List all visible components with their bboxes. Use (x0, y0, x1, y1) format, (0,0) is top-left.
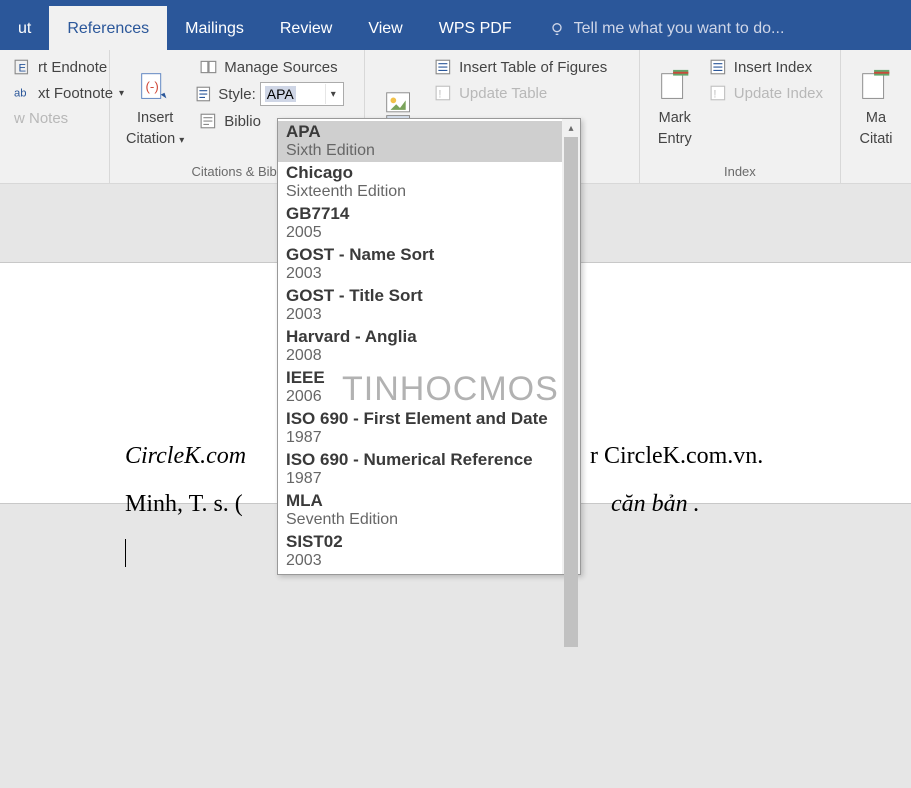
next-footnote-icon: ab (14, 84, 32, 102)
style-option-edition: 1987 (286, 429, 572, 449)
svg-text:!: ! (713, 89, 716, 101)
update-table-button: ! Update Table (431, 82, 611, 104)
style-option-name: GOST - Title Sort (286, 286, 572, 306)
style-option-edition: 2003 (286, 265, 572, 285)
manage-sources-button[interactable]: Manage Sources (196, 56, 344, 78)
mark-entry-button[interactable]: Mark Entry (650, 56, 700, 160)
group-footnotes: E rt Endnote ab xt Footnote ▾ w Notes . (0, 50, 110, 183)
scroll-thumb[interactable] (564, 137, 578, 647)
style-option-iso-690-numerical-reference[interactable]: ISO 690 - Numerical Reference1987 (278, 449, 580, 490)
style-option-edition: 2005 (286, 224, 572, 244)
mark-citation-button[interactable]: Ma Citati (851, 56, 901, 160)
style-option-ieee[interactable]: IEEE2006 (278, 367, 580, 408)
group-label-index: Index (650, 164, 830, 179)
style-selected-value: APA (265, 86, 296, 102)
scroll-track[interactable] (562, 137, 580, 556)
style-option-name: ISO 690 - Numerical Reference (286, 450, 572, 470)
style-option-name: APA (286, 122, 572, 142)
insert-table-of-figures-button[interactable]: Insert Table of Figures (431, 56, 611, 78)
style-option-edition: Sixth Edition (286, 142, 572, 162)
svg-text:!: ! (438, 89, 441, 101)
scroll-up-button[interactable]: ▴ (562, 119, 580, 137)
style-option-name: MLA (286, 491, 572, 511)
style-option-gost-name-sort[interactable]: GOST - Name Sort2003 (278, 244, 580, 285)
bibliography-icon (200, 112, 218, 130)
style-option-name: Chicago (286, 163, 572, 183)
update-table-icon: ! (435, 84, 453, 102)
insert-index-icon (710, 58, 728, 76)
style-icon (196, 85, 214, 103)
style-option-edition: 2003 (286, 306, 572, 326)
style-option-name: Harvard - Anglia (286, 327, 572, 347)
style-option-harvard-anglia[interactable]: Harvard - Anglia2008 (278, 326, 580, 367)
style-option-edition: 2008 (286, 347, 572, 367)
style-option-edition: 1987 (286, 470, 572, 490)
group-index: Mark Entry Insert Index ! Update Index .… (640, 50, 841, 183)
update-index-button: ! Update Index (706, 82, 827, 104)
style-option-gost-title-sort[interactable]: GOST - Title Sort2003 (278, 285, 580, 326)
style-option-iso-690-first-element-and-date[interactable]: ISO 690 - First Element and Date1987 (278, 408, 580, 449)
chevron-down-icon: ▾ (331, 89, 336, 100)
doc-text-line-2-left: Minh, T. s. ( (125, 491, 243, 518)
tab-layout[interactable]: ut (0, 6, 49, 50)
style-dropdown-list: APASixth EditionChicagoSixteenth Edition… (277, 118, 581, 575)
mark-entry-icon (656, 68, 694, 106)
insert-index-button[interactable]: Insert Index (706, 56, 827, 78)
doc-text-line-1-left: CircleK.com (125, 443, 246, 470)
style-option-apa[interactable]: APASixth Edition (278, 121, 580, 162)
style-option-sist02[interactable]: SIST022003 (278, 531, 580, 572)
doc-text-line-2-right: căn bản . (611, 491, 700, 518)
chevron-down-icon: ▾ (179, 135, 184, 146)
doc-text-line-1-right: r CircleK.com.vn. (590, 443, 763, 470)
style-dropdown-button[interactable]: ▾ (325, 84, 341, 104)
style-option-gb7714[interactable]: GB77142005 (278, 203, 580, 244)
style-option-edition: 2006 (286, 388, 572, 408)
style-option-name: GOST - Name Sort (286, 245, 572, 265)
style-option-edition: Seventh Edition (286, 511, 572, 531)
tab-wpspdf[interactable]: WPS PDF (421, 6, 530, 50)
text-cursor (125, 539, 126, 567)
update-index-icon: ! (710, 84, 728, 102)
tab-mailings[interactable]: Mailings (167, 6, 262, 50)
style-option-mla[interactable]: MLASeventh Edition (278, 490, 580, 531)
dropdown-scrollbar[interactable]: ▴ ▾ (562, 119, 580, 574)
tab-review[interactable]: Review (262, 6, 350, 50)
style-option-edition: Sixteenth Edition (286, 183, 572, 203)
tab-references[interactable]: References (49, 6, 167, 50)
insert-citation-button[interactable]: (-) Insert Citation ▾ (120, 56, 190, 160)
style-option-name: SIST02 (286, 532, 572, 552)
style-option-chicago[interactable]: ChicagoSixteenth Edition (278, 162, 580, 203)
insert-citation-icon: (-) (136, 68, 174, 106)
table-of-figures-icon (435, 58, 453, 76)
manage-sources-icon (200, 58, 218, 76)
style-option-name: ISO 690 - First Element and Date (286, 409, 572, 429)
tell-me-placeholder: Tell me what you want to do... (574, 20, 785, 38)
style-label: Style: (218, 86, 256, 103)
lightbulb-icon (548, 20, 566, 38)
style-option-name: IEEE (286, 368, 572, 388)
style-option-name: GB7714 (286, 204, 572, 224)
mark-citation-icon (857, 68, 895, 106)
style-option-edition: 2003 (286, 552, 572, 572)
tab-view[interactable]: View (350, 6, 420, 50)
ribbon-tabbar: ut References Mailings Review View WPS P… (0, 0, 911, 50)
group-toa: Ma Citati . (841, 50, 911, 183)
style-combobox[interactable]: APA ▾ (260, 82, 344, 106)
svg-text:ab: ab (14, 87, 27, 99)
svg-text:E: E (19, 63, 27, 75)
tell-me-search[interactable]: Tell me what you want to do... (530, 6, 803, 50)
svg-text:(-): (-) (146, 79, 159, 94)
endnote-icon: E (14, 58, 32, 76)
